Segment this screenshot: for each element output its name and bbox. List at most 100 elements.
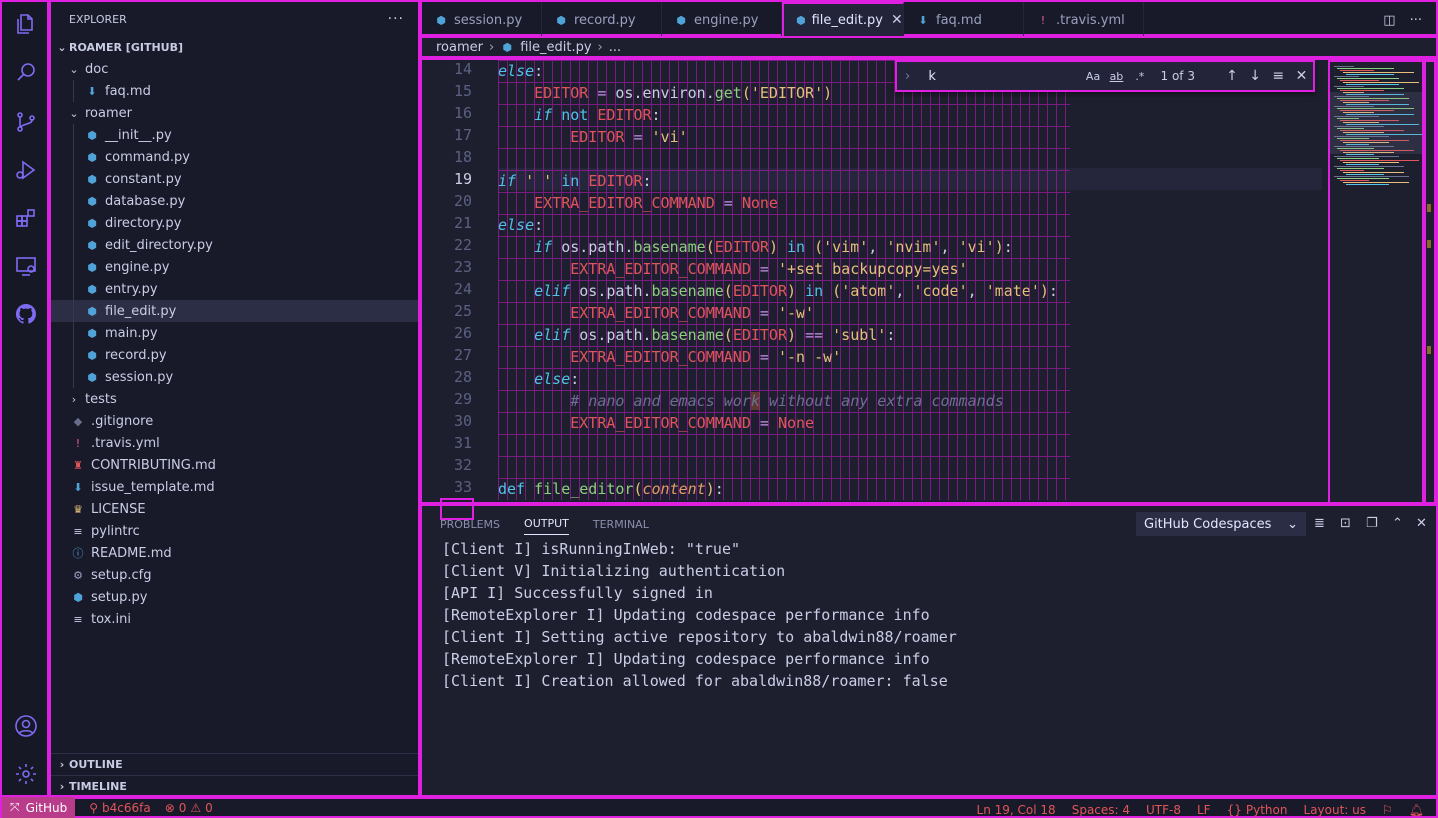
- timeline-section[interactable]: › TIMELINE: [51, 775, 418, 797]
- minimap[interactable]: [1328, 60, 1426, 502]
- regex-toggle[interactable]: .*: [1131, 70, 1148, 83]
- problems-indicator[interactable]: ⊗ 0 ⚠ 0: [165, 801, 213, 815]
- breadcrumb-folder[interactable]: roamer: [436, 40, 483, 55]
- tab-file-edit-py[interactable]: ⬢ file_edit.py ✕: [782, 2, 904, 38]
- project-header[interactable]: ⌄ ROAMER [GITHUB]: [51, 36, 418, 58]
- close-icon[interactable]: ✕: [891, 12, 903, 28]
- code-line[interactable]: EDITOR = 'vi': [498, 126, 687, 148]
- find-in-selection-icon[interactable]: ≡: [1267, 68, 1290, 84]
- language-mode[interactable]: {} Python: [1227, 803, 1288, 817]
- outline-section[interactable]: › OUTLINE: [51, 753, 418, 775]
- code-line[interactable]: def file_editor(content):: [498, 478, 724, 500]
- tree-file[interactable]: ⬢ file_edit.py: [51, 300, 418, 322]
- tree-file[interactable]: ⬢ database.py: [51, 190, 418, 212]
- code-line[interactable]: EDITOR = os.environ.get('EDITOR'): [498, 82, 832, 104]
- tree-file[interactable]: ⬇ faq.md: [51, 80, 418, 102]
- account-icon[interactable]: [14, 714, 38, 738]
- code-line[interactable]: EXTRA_EDITOR_COMMAND = '+set backupcopy=…: [498, 258, 967, 280]
- tab-faq-md[interactable]: ⬇ faq.md: [904, 2, 1024, 38]
- panel-tab-problems[interactable]: PROBLEMS: [440, 506, 500, 542]
- arrow-up-icon[interactable]: ↑: [1220, 68, 1243, 84]
- tree-file[interactable]: ⬢ edit_directory.py: [51, 234, 418, 256]
- run-debug-icon[interactable]: [14, 158, 38, 182]
- keyboard-layout[interactable]: Layout: us: [1303, 803, 1366, 817]
- tree-folder[interactable]: ⌄ doc: [51, 58, 418, 80]
- end-of-line[interactable]: LF: [1197, 803, 1211, 817]
- tree-file[interactable]: ⬢ command.py: [51, 146, 418, 168]
- tab-session-py[interactable]: ⬢ session.py: [422, 2, 542, 38]
- find-input[interactable]: [928, 65, 1079, 87]
- maximize-panel-icon[interactable]: ⌃: [1392, 516, 1403, 531]
- tree-file[interactable]: ≡ tox.ini: [51, 608, 418, 630]
- code-line[interactable]: EXTRA_EDITOR_COMMAND = None: [498, 412, 814, 434]
- indentation[interactable]: Spaces: 4: [1072, 803, 1130, 817]
- code-line[interactable]: elif os.path.basename(EDITOR) in ('atom'…: [498, 280, 1058, 302]
- tree-folder[interactable]: › tests: [51, 388, 418, 410]
- code-line[interactable]: EXTRA_EDITOR_COMMAND = '-w': [498, 302, 814, 324]
- feedback-icon[interactable]: ⚐: [1382, 803, 1393, 817]
- tree-file[interactable]: ⚙ setup.cfg: [51, 564, 418, 586]
- toggle-replace-icon[interactable]: ›: [905, 69, 922, 84]
- whole-word-toggle[interactable]: ab: [1108, 70, 1125, 83]
- lock-scroll-icon[interactable]: ⊡: [1340, 516, 1351, 531]
- code-line[interactable]: EXTRA_EDITOR_COMMAND = '-n -w': [498, 346, 841, 368]
- match-case-toggle[interactable]: Aa: [1084, 70, 1101, 83]
- tree-file[interactable]: ♜ CONTRIBUTING.md: [51, 454, 418, 476]
- code-line[interactable]: if os.path.basename(EDITOR) in ('vim', '…: [498, 236, 1013, 258]
- tab-travis-yml[interactable]: ! .travis.yml: [1024, 2, 1144, 38]
- clear-output-icon[interactable]: ≣: [1314, 516, 1325, 531]
- tree-file[interactable]: ◆ .gitignore: [51, 410, 418, 432]
- search-icon[interactable]: [14, 60, 38, 84]
- source-control-icon[interactable]: [14, 110, 38, 134]
- encoding[interactable]: UTF-8: [1146, 803, 1181, 817]
- panel-tab-terminal[interactable]: TERMINAL: [593, 506, 649, 542]
- breadcrumb-more[interactable]: ...: [609, 40, 621, 55]
- tree-file[interactable]: ♛ LICENSE: [51, 498, 418, 520]
- tree-file[interactable]: ⬇ issue_template.md: [51, 476, 418, 498]
- tree-file[interactable]: ⓘ README.md: [51, 542, 418, 564]
- tree-file[interactable]: ⬢ session.py: [51, 366, 418, 388]
- branch-indicator[interactable]: ⚲ b4c66fa: [89, 801, 151, 815]
- remote-indicator[interactable]: ⤧ GitHub: [2, 797, 76, 818]
- close-icon[interactable]: ✕: [1290, 68, 1313, 84]
- code-editor[interactable]: 14 15 16 17 18 19 20 21 22 23 24 25 26 27 28 29 30 31 32 33…: [420, 58, 1438, 504]
- code-line[interactable]: else:: [498, 60, 543, 82]
- files-icon[interactable]: [14, 12, 38, 36]
- arrow-down-icon[interactable]: ↓: [1244, 68, 1267, 84]
- tree-file[interactable]: ⬢ entry.py: [51, 278, 418, 300]
- github-icon[interactable]: [14, 302, 38, 326]
- more-actions-icon[interactable]: ···: [1410, 13, 1422, 28]
- breadcrumb-file[interactable]: file_edit.py: [520, 40, 591, 55]
- code-line[interactable]: else:: [498, 368, 579, 390]
- code-line[interactable]: EXTRA_EDITOR_COMMAND = None: [498, 192, 778, 214]
- code-line[interactable]: # nano and emacs work without any extra …: [498, 390, 1004, 412]
- cursor-position[interactable]: Ln 19, Col 18: [977, 803, 1056, 817]
- more-actions-icon[interactable]: ···: [388, 11, 404, 27]
- vertical-scrollbar[interactable]: [1422, 60, 1436, 502]
- notifications-bell-icon[interactable]: 🔔︎: [1409, 803, 1424, 817]
- panel-tab-output[interactable]: OUTPUT: [524, 513, 569, 535]
- open-editor-icon[interactable]: ❐: [1366, 516, 1378, 531]
- tab-record-py[interactable]: ⬢ record.py: [542, 2, 662, 38]
- tree-file[interactable]: ⬢ directory.py: [51, 212, 418, 234]
- tree-folder[interactable]: ⌄ roamer: [51, 102, 418, 124]
- tree-file[interactable]: ! .travis.yml: [51, 432, 418, 454]
- code-line[interactable]: if not EDITOR:: [498, 104, 660, 126]
- code-line[interactable]: if ' ' in EDITOR:: [498, 170, 652, 192]
- split-editor-icon[interactable]: ◫: [1383, 13, 1395, 28]
- code-area[interactable]: else: EDITOR = os.environ.get('EDITOR') …: [498, 60, 1322, 502]
- tree-file[interactable]: ⬢ setup.py: [51, 586, 418, 608]
- tree-file[interactable]: ⬢ main.py: [51, 322, 418, 344]
- minimap-viewport[interactable]: [1330, 92, 1424, 154]
- tree-file[interactable]: ⬢ constant.py: [51, 168, 418, 190]
- output-channel-select[interactable]: GitHub Codespaces ⌄: [1136, 512, 1306, 536]
- close-panel-icon[interactable]: ✕: [1416, 516, 1427, 531]
- tab-engine-py[interactable]: ⬢ engine.py: [662, 2, 782, 38]
- code-line[interactable]: elif os.path.basename(EDITOR) == 'subl':: [498, 324, 895, 346]
- code-line[interactable]: else:: [498, 214, 543, 236]
- tree-file[interactable]: ⬢ record.py: [51, 344, 418, 366]
- tree-file[interactable]: ≡ pylintrc: [51, 520, 418, 542]
- tree-file[interactable]: ⬢ engine.py: [51, 256, 418, 278]
- tree-file[interactable]: ⬢ __init__.py: [51, 124, 418, 146]
- remote-explorer-icon[interactable]: [14, 254, 38, 278]
